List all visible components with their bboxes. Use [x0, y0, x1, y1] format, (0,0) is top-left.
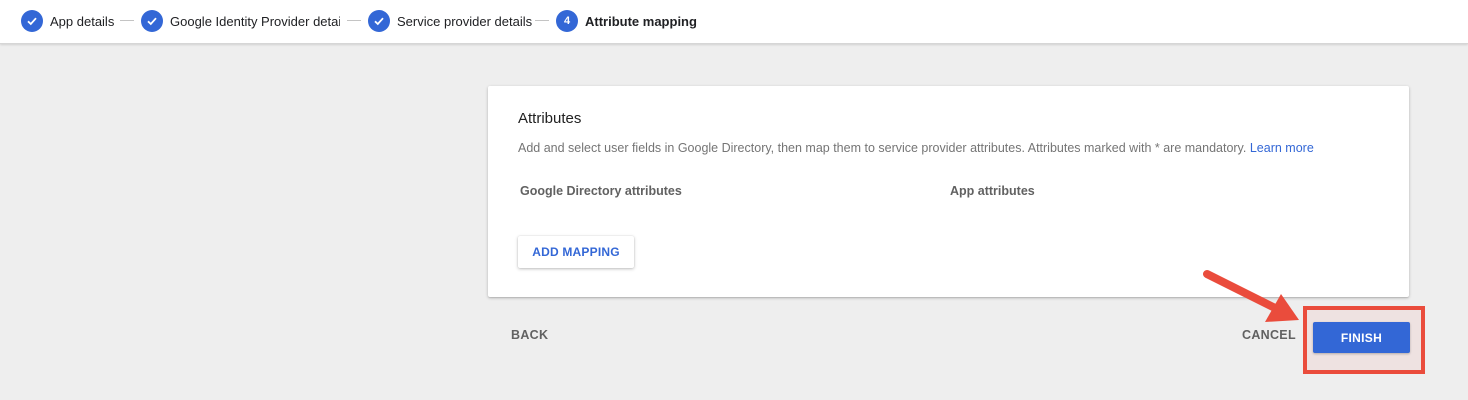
stepper-bar: App details Google Identity Provider det…	[0, 0, 1468, 44]
step-number: 4	[563, 15, 571, 27]
finish-button[interactable]: FINISH	[1313, 322, 1410, 353]
check-icon	[141, 10, 163, 32]
add-mapping-button[interactable]: ADD MAPPING	[518, 236, 634, 268]
step-label: Service provider details	[397, 13, 533, 29]
step-label: Google Identity Provider details	[170, 13, 340, 29]
description-text: Add and select user fields in Google Dir…	[518, 141, 1247, 155]
step-label: App details	[50, 13, 115, 29]
check-icon	[368, 10, 390, 32]
check-icon	[21, 10, 43, 32]
step-attribute-mapping[interactable]: 4 Attribute mapping	[556, 10, 697, 32]
back-button[interactable]: BACK	[511, 328, 548, 342]
card-title: Attributes	[518, 110, 582, 127]
step-divider	[535, 20, 549, 21]
step-label: Attribute mapping	[585, 13, 697, 29]
page: App details Google Identity Provider det…	[0, 0, 1468, 400]
step-divider	[120, 20, 134, 21]
step-number-badge: 4	[556, 10, 578, 32]
step-app-details[interactable]: App details	[21, 10, 114, 32]
learn-more-link[interactable]: Learn more	[1250, 141, 1314, 155]
column-header-google-directory: Google Directory attributes	[520, 184, 682, 198]
step-service-provider-details[interactable]: Service provider details	[368, 10, 532, 32]
step-divider	[347, 20, 361, 21]
column-header-app-attributes: App attributes	[950, 184, 1035, 198]
card-description: Add and select user fields in Google Dir…	[518, 141, 1314, 155]
step-google-idp-details[interactable]: Google Identity Provider details	[141, 10, 340, 32]
annotation-arrow-icon	[1203, 270, 1299, 322]
